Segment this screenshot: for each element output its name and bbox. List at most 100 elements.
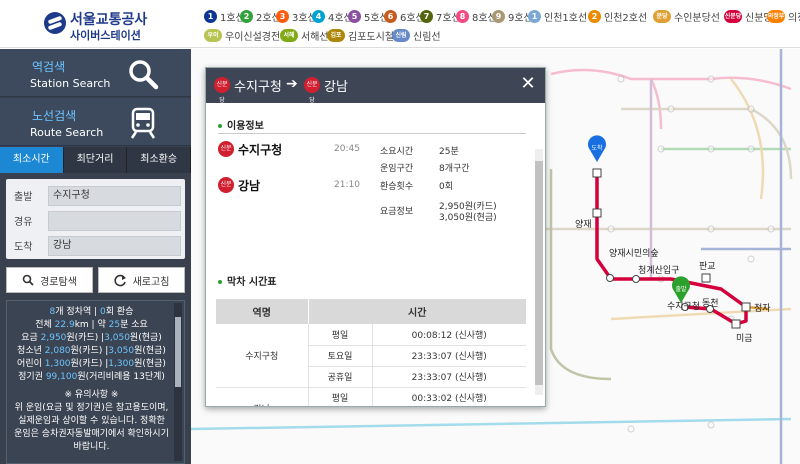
magnifier-icon bbox=[129, 60, 159, 90]
info-label-duration: 소요시간 bbox=[380, 147, 414, 157]
line-number-icon: 4 bbox=[312, 9, 325, 23]
line-number-icon: 신분당 bbox=[724, 9, 742, 23]
line-number-icon: 서해 bbox=[280, 28, 298, 42]
line-badge-station-1: 신분당 bbox=[218, 141, 234, 168]
line-badge-from: 신분당 bbox=[214, 77, 230, 104]
refresh-icon bbox=[114, 274, 126, 286]
timetable-section-title: 막차 시간표 bbox=[218, 273, 276, 288]
info-label-fare: 요금정보 bbox=[380, 207, 414, 217]
site-logo[interactable]: 서울교통공사 사이버스테이션 bbox=[44, 10, 194, 42]
summary-scrollbar[interactable] bbox=[174, 303, 182, 461]
line-chip[interactable]: 신분당 신분당 bbox=[724, 9, 773, 24]
logo-title: 서울교통공사 bbox=[70, 12, 148, 28]
table-header-station: 역명 bbox=[216, 299, 309, 324]
timetable-time: 00:08:12 (신사행) bbox=[372, 324, 526, 346]
via-label: 경유 bbox=[14, 217, 33, 228]
line-chip[interactable]: 2 인천2호선 bbox=[588, 9, 647, 24]
line-chip[interactable]: 9 9호선 bbox=[492, 9, 533, 24]
map-station-0[interactable]: 양재 bbox=[575, 219, 592, 230]
route-search-button[interactable]: 노선검색 Route Search bbox=[0, 98, 191, 146]
line-number-icon: 1 bbox=[528, 9, 541, 23]
timetable-station: 강남 bbox=[216, 387, 309, 406]
dialog-body: 이용정보 신분당 수지구청 20:45 신분당 강남 21:10 소요시간 25… bbox=[206, 103, 545, 406]
tab-min-time[interactable]: 최소시간 bbox=[0, 147, 64, 173]
line-number-icon: 분당 bbox=[653, 9, 671, 23]
dialog-header: 신분당 수지구청 ➔ 신분당 강남 ✕ bbox=[206, 68, 545, 104]
tab-min-distance[interactable]: 최단거리 bbox=[63, 147, 128, 173]
arrive-label: 도착 bbox=[14, 242, 33, 253]
map-station-4[interactable]: 정자 bbox=[754, 303, 771, 314]
map-station-1[interactable]: 양재시민의숲 bbox=[609, 248, 659, 259]
refresh-button[interactable]: 새로고침 bbox=[98, 267, 185, 293]
map-station-2[interactable]: 청계산입구 bbox=[638, 264, 679, 276]
svg-text:출발: 출발 bbox=[675, 285, 687, 293]
line-chip[interactable]: 3 3호선 bbox=[276, 9, 317, 24]
map-station-7[interactable]: 수지구청 bbox=[667, 301, 700, 312]
logo-mark-icon bbox=[44, 12, 66, 34]
route-tabs: 최소시간 최단거리 최소환승 bbox=[0, 147, 192, 173]
station-time-1: 20:45 bbox=[334, 144, 360, 154]
arrive-pin-icon[interactable]: 도착 bbox=[588, 135, 606, 162]
depart-pin-icon[interactable]: 출발 bbox=[672, 276, 690, 303]
refresh-label: 새로고침 bbox=[132, 276, 170, 288]
arrow-right-icon: ➔ bbox=[286, 76, 298, 92]
sidebar: 역검색 Station Search 노선검색 Route Search 최소시… bbox=[0, 49, 192, 464]
via-input[interactable] bbox=[48, 210, 181, 231]
line-chip[interactable]: 분당 수인분당선 bbox=[653, 9, 720, 24]
map-station-6[interactable]: 동천 bbox=[702, 298, 719, 309]
route-detail-dialog: 신분당 수지구청 ➔ 신분당 강남 ✕ 이용정보 신분당 수지구청 20:45 … bbox=[205, 67, 546, 407]
line-number-icon: 신림 bbox=[392, 28, 410, 42]
line-chip[interactable]: 우이 우이신설경전철 bbox=[204, 28, 289, 43]
fare-row: 어린이 1,300원(카드) |1,300원(현금) bbox=[17, 359, 166, 369]
info-value-duration: 25분 bbox=[439, 147, 459, 157]
timetable-station: 수지구청 bbox=[216, 324, 309, 388]
map-station-3[interactable]: 판교 bbox=[699, 261, 716, 272]
line-number-icon: 6 bbox=[384, 9, 397, 23]
line-chip[interactable]: 2 2호선 bbox=[240, 9, 281, 24]
route-actions: 경로탐색 새로고침 bbox=[6, 267, 185, 293]
timetable-day: 평일 bbox=[308, 387, 373, 406]
line-chip-label: 신림선 bbox=[413, 31, 441, 43]
depart-input[interactable]: 수지구청 bbox=[48, 185, 181, 206]
map-station-5[interactable]: 미금 bbox=[736, 333, 753, 344]
line-chip-label: 의정부 bbox=[788, 12, 800, 24]
dialog-scroll-thumb[interactable] bbox=[535, 161, 543, 385]
line-chip-label: 수인분당선 bbox=[674, 12, 720, 24]
arrive-input[interactable]: 강남 bbox=[48, 235, 181, 256]
route-search-submit-button[interactable]: 경로탐색 bbox=[6, 267, 93, 293]
line-chip[interactable]: 의정부의정부 bbox=[767, 9, 800, 24]
table-row: 강남평일00:33:02 (신사행) bbox=[216, 387, 526, 406]
line-chip[interactable]: 5 5호선 bbox=[348, 9, 389, 24]
dialog-to-station: 강남 bbox=[324, 80, 348, 95]
tab-min-transfer[interactable]: 최소환승 bbox=[127, 147, 192, 173]
summary-scroll-thumb[interactable] bbox=[175, 317, 181, 387]
info-section-title: 이용정보 bbox=[218, 117, 264, 132]
line-chip[interactable]: 1 인천1호선 bbox=[528, 9, 587, 24]
line-chip[interactable]: 8 8호선 bbox=[456, 9, 497, 24]
line-chip[interactable]: 6 6호선 bbox=[384, 9, 425, 24]
line-number-icon: 2 bbox=[240, 9, 253, 23]
line-badge-to: 신분당 bbox=[304, 77, 320, 104]
table-header-time: 시간 bbox=[308, 299, 526, 324]
line-chip[interactable]: 신림 신림선 bbox=[392, 28, 441, 43]
train-icon bbox=[130, 107, 156, 139]
timetable-time: 23:33:07 (신사행) bbox=[372, 345, 526, 367]
dialog-scrollbar[interactable] bbox=[535, 149, 543, 395]
line-chip[interactable]: 4 4호선 bbox=[312, 9, 353, 24]
close-icon[interactable]: ✕ bbox=[517, 73, 539, 95]
station-search-button[interactable]: 역검색 Station Search bbox=[0, 49, 191, 97]
line-chip[interactable]: 7 7호선 bbox=[420, 9, 461, 24]
line-chip[interactable]: 1 1호선 bbox=[204, 9, 245, 24]
route-form: 출발 수지구청 경유 도착 강남 bbox=[6, 179, 185, 259]
timetable-time: 00:33:02 (신사행) bbox=[372, 387, 526, 406]
fare-row: 청소년 2,080원(카드) |3,050원(현금) bbox=[17, 346, 166, 356]
pass-line: 정기권 99,100원(거리비례용 13단계) bbox=[18, 372, 165, 382]
line-number-icon: 7 bbox=[420, 9, 433, 23]
notice-title: ※ 유의사항 ※ bbox=[64, 390, 119, 400]
line-chip-label: 서해선 bbox=[301, 31, 329, 43]
timetable-time: 23:33:07 (신사행) bbox=[372, 366, 526, 388]
summary-stops-line: 8개 정차역 | 0회 환승 bbox=[49, 307, 134, 317]
line-chip[interactable]: 서해 서해선 bbox=[280, 28, 329, 43]
logo-subtitle: 사이버스테이션 bbox=[70, 29, 141, 42]
line-badge-station-2: 신분당 bbox=[218, 177, 234, 204]
